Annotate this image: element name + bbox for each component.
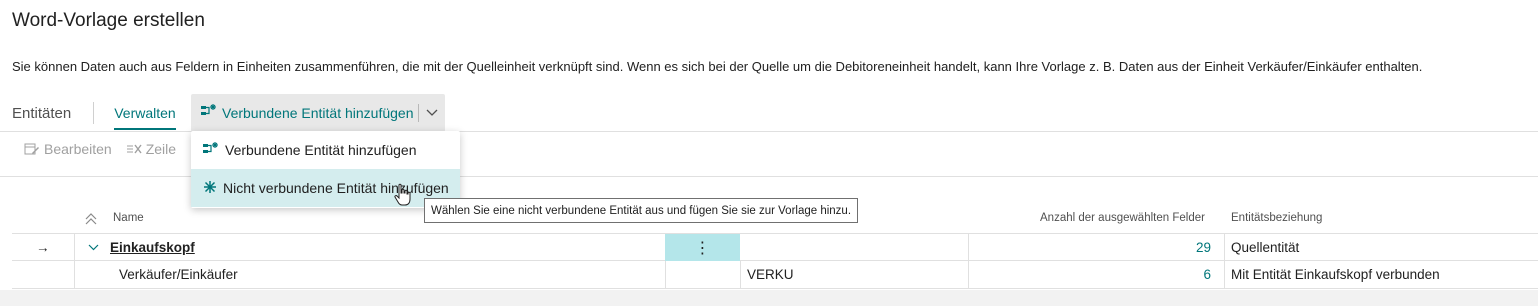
tab-divider [93, 102, 95, 124]
table-row[interactable]: Verkäufer/Einkäufer VERKU 6 Mit Entität … [12, 261, 1538, 289]
hand-cursor-icon [393, 183, 411, 212]
grid-footer-band [0, 290, 1538, 306]
entity-name-link[interactable]: Einkaufskopf [110, 234, 195, 261]
sort-ascending-icon[interactable] [84, 212, 98, 229]
chevron-down-icon[interactable] [419, 94, 445, 132]
delete-row-label: Zeile [145, 141, 177, 157]
selected-fields-count[interactable]: 6 [969, 261, 1211, 288]
column-divider [1224, 261, 1225, 288]
entities-section-title: Entitäten [12, 104, 72, 122]
menu-item-add-unrelated-entity[interactable]: Nicht verbundene Entität hinzufügen [191, 169, 460, 207]
column-divider [740, 261, 741, 288]
entity-code: VERKU [747, 267, 794, 282]
column-divider [1224, 234, 1225, 261]
column-divider [665, 261, 666, 288]
chevron-down-icon[interactable] [88, 234, 99, 261]
column-header-count[interactable]: Anzahl der ausgewählten Felder [1040, 212, 1205, 224]
edit-label: Bearbeiten [44, 141, 112, 157]
add-entity-dropdown-menu: Verbundene Entität hinzufügen Nicht verb… [191, 131, 460, 208]
page-title: Word-Vorlage erstellen [12, 10, 205, 31]
column-divider [74, 234, 75, 261]
delete-row-icon [126, 144, 142, 154]
menu-item-label: Nicht verbundene Entität hinzufügen [223, 180, 449, 196]
entity-relation: Quellentität [1231, 240, 1300, 255]
row-selected-arrow-icon: → [36, 240, 50, 255]
page-description: Sie können Daten auch aus Feldern in Ein… [12, 59, 1423, 74]
row-actions-menu-button[interactable]: ⋮ [665, 234, 740, 261]
menu-item-label: Verbundene Entität hinzufügen [225, 142, 417, 158]
edit-button[interactable]: Bearbeiten [24, 141, 112, 157]
grid-toolbar: Bearbeiten Zeile [24, 141, 190, 157]
tooltip: Wählen Sie eine nicht verbundene Entität… [424, 198, 859, 223]
column-header-name[interactable]: Name [113, 212, 144, 224]
delete-row-button[interactable]: Zeile [126, 141, 176, 157]
entities-grid: → Einkaufskopf ⋮ 29 Quellentität Verkäuf… [12, 233, 1538, 289]
add-related-entity-split-button: Verbundene Entität hinzufügen [191, 94, 445, 132]
related-entity-icon [202, 141, 220, 160]
entity-relation: Mit Entität Einkaufskopf verbunden [1231, 267, 1440, 282]
column-divider [74, 261, 75, 288]
table-row[interactable]: → Einkaufskopf ⋮ 29 Quellentität [12, 233, 1538, 261]
edit-icon [24, 143, 39, 155]
selected-fields-count[interactable]: 29 [969, 234, 1211, 261]
unrelated-entity-icon [202, 179, 218, 198]
add-related-entity-label: Verbundene Entität hinzufügen [222, 105, 414, 121]
tab-manage[interactable]: Verwalten [114, 101, 177, 130]
related-entity-icon [200, 103, 218, 124]
entity-name: Verkäufer/Einkäufer [119, 267, 238, 282]
add-related-entity-button[interactable]: Verbundene Entität hinzufügen [191, 94, 418, 132]
column-header-relation[interactable]: Entitätsbeziehung [1231, 212, 1322, 224]
menu-item-add-related-entity[interactable]: Verbundene Entität hinzufügen [191, 131, 460, 169]
entities-tabbar: Entitäten Verwalten [12, 94, 177, 132]
